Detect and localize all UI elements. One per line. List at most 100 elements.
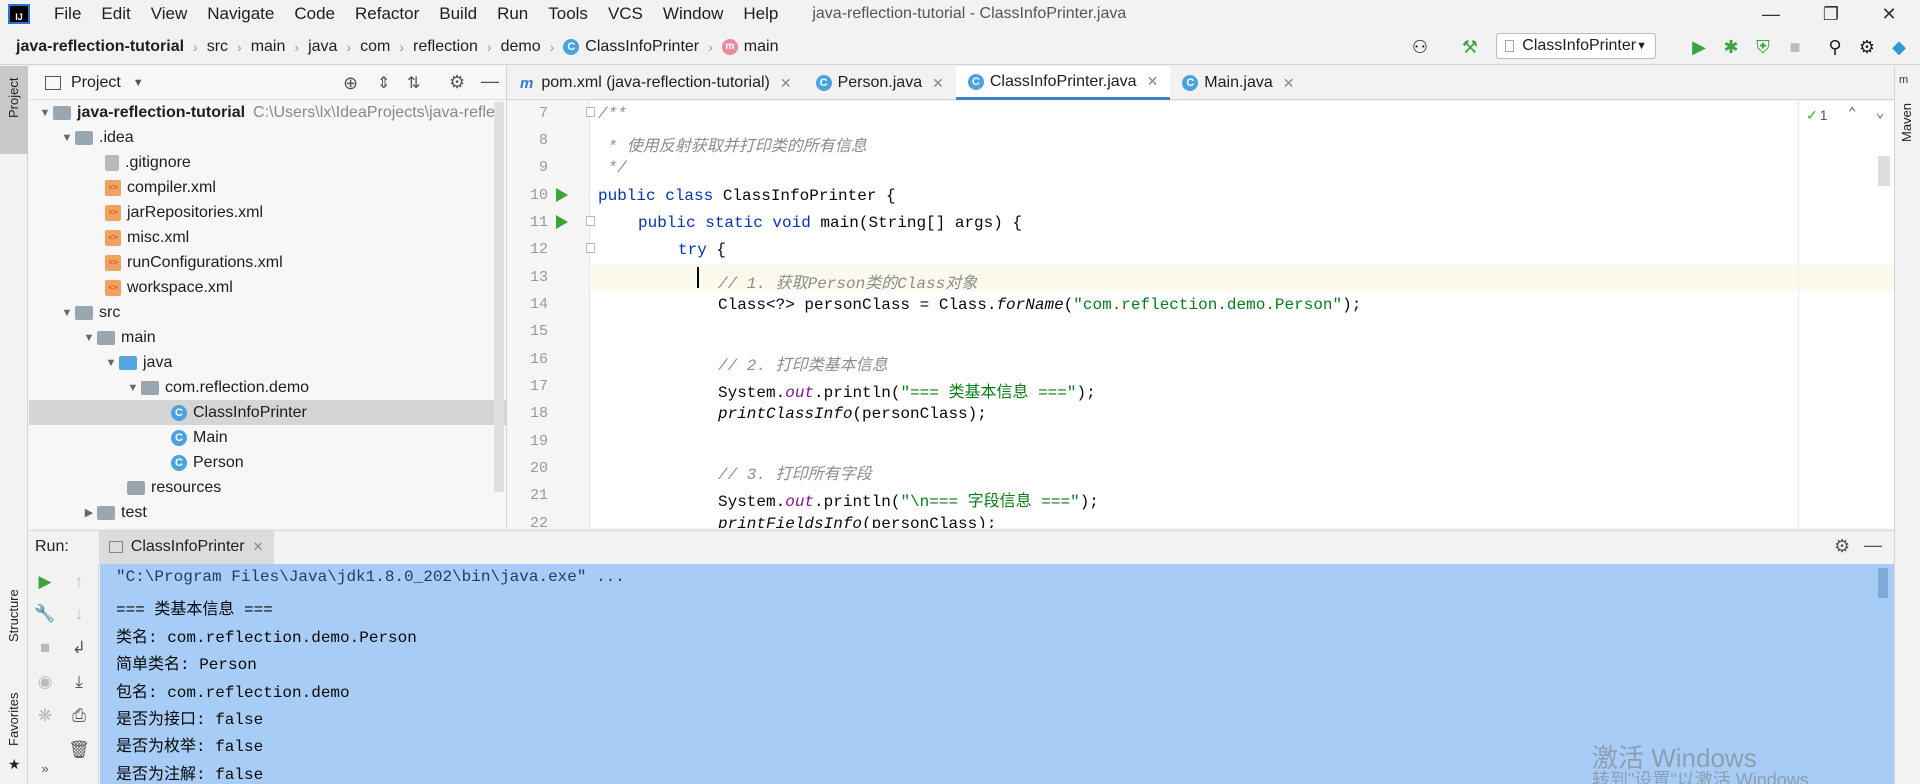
toolbox-icon[interactable]: ◆	[1887, 35, 1911, 59]
camera-icon[interactable]: ◉	[33, 670, 57, 694]
menu-run[interactable]: Run	[487, 0, 538, 28]
print-icon[interactable]: ⎙	[67, 704, 91, 728]
project-scrollbar[interactable]	[494, 102, 504, 492]
tree-item-runconfigurations-xml[interactable]: <> runConfigurations.xml	[105, 250, 283, 275]
locate-icon[interactable]: ⊕	[343, 73, 358, 94]
breadcrumb-class[interactable]: C ClassInfoPrinter	[563, 38, 699, 56]
project-tool-label[interactable]: Project	[6, 78, 21, 118]
maven-tool-label[interactable]: Maven	[1899, 103, 1914, 142]
run-main-gutter-icon[interactable]	[556, 215, 568, 229]
breadcrumb-java[interactable]: java	[308, 38, 337, 56]
tab-pom-xml[interactable]: m pom.xml (java-reflection-tutorial) ✕	[508, 66, 804, 100]
run-icon[interactable]: ▶	[1687, 35, 1711, 59]
gear-icon[interactable]: ⚙	[1855, 35, 1879, 59]
tree-item-classinfoprinter[interactable]: C ClassInfoPrinter	[29, 400, 506, 425]
tree-item-package[interactable]: ▼ com.reflection.demo	[125, 375, 310, 400]
menu-build[interactable]: Build	[429, 0, 487, 28]
scroll-up-icon[interactable]: ↑	[67, 570, 91, 594]
menu-window[interactable]: Window	[653, 0, 733, 28]
user-icon[interactable]: ⚇	[1408, 35, 1432, 59]
tree-item-main-class[interactable]: C Main	[171, 425, 228, 450]
console-scrollbar[interactable]	[1878, 568, 1888, 598]
tree-item-idea[interactable]: ▼ .idea	[59, 125, 134, 150]
wrench-icon[interactable]: 🔧	[33, 602, 57, 626]
close-tab-icon[interactable]: ✕	[1283, 75, 1295, 92]
run-tab[interactable]: ClassInfoPrinter ✕	[98, 530, 274, 564]
breadcrumb-main[interactable]: main	[251, 38, 286, 56]
close-window-icon[interactable]: ✕	[1866, 0, 1912, 28]
menu-navigate[interactable]: Navigate	[197, 0, 284, 28]
menu-edit[interactable]: Edit	[91, 0, 140, 28]
tree-item-java[interactable]: ▼ java	[103, 350, 173, 375]
tab-classinfoprinter-java[interactable]: C ClassInfoPrinter.java ✕	[955, 66, 1171, 100]
expand-arrow-icon[interactable]: ▼	[81, 332, 97, 344]
tree-item-person[interactable]: C Person	[171, 450, 244, 475]
breadcrumb-project[interactable]: java-reflection-tutorial	[16, 38, 184, 56]
menu-code[interactable]: Code	[284, 0, 345, 28]
breadcrumb-method[interactable]: m main	[721, 38, 778, 56]
menu-file[interactable]: File	[44, 0, 91, 28]
minimize-icon[interactable]: —	[1748, 0, 1794, 28]
fold-marker-icon[interactable]	[586, 107, 595, 117]
code-editor[interactable]: 7 8 9 10 11 12 13 14 15 16 17 18 19 20 2…	[508, 101, 1894, 528]
hide-panel-icon[interactable]: —	[481, 71, 499, 92]
inspection-ok-icon[interactable]: ✓ 1	[1806, 107, 1828, 124]
previous-highlight-icon[interactable]: ⌃	[1848, 105, 1856, 122]
tree-item-misc-xml[interactable]: <> misc.xml	[105, 225, 189, 250]
tree-item-gitignore[interactable]: .gitignore	[105, 150, 191, 175]
stop-icon[interactable]: ■	[1783, 35, 1807, 59]
breadcrumb-com[interactable]: com	[360, 38, 390, 56]
tree-item-jarrepositories-xml[interactable]: <> jarRepositories.xml	[105, 200, 263, 225]
build-hammer-icon[interactable]: ⚒	[1458, 35, 1482, 59]
menu-refactor[interactable]: Refactor	[345, 0, 429, 28]
expand-all-icon[interactable]: ⇕	[377, 73, 390, 93]
stop-icon[interactable]: ■	[33, 636, 57, 660]
favorites-tool-label[interactable]: Favorites	[6, 693, 21, 746]
scroll-to-end-icon[interactable]: ⤓	[67, 670, 91, 694]
tree-item-compiler-xml[interactable]: <> compiler.xml	[105, 175, 216, 200]
search-icon[interactable]: ⚲	[1823, 35, 1847, 59]
close-tab-icon[interactable]: ✕	[932, 75, 944, 92]
structure-tool-label[interactable]: Structure	[6, 589, 21, 642]
close-tab-icon[interactable]: ✕	[1147, 73, 1159, 90]
tree-item-workspace-xml[interactable]: <> workspace.xml	[105, 275, 233, 300]
editor-scrollbar[interactable]	[1878, 156, 1890, 186]
tree-item-test[interactable]: ▶ test	[81, 500, 147, 525]
debug-icon[interactable]: ✱	[1719, 35, 1743, 59]
soft-wrap-icon[interactable]: ↲	[67, 636, 91, 660]
fold-marker-icon[interactable]	[586, 216, 595, 226]
next-highlight-icon[interactable]: ⌄	[1876, 105, 1884, 122]
expand-arrow-icon[interactable]: ▼	[103, 357, 119, 369]
project-panel-title[interactable]: Project	[71, 74, 121, 92]
trash-icon[interactable]: 🗑	[67, 738, 91, 762]
breadcrumb-reflection[interactable]: reflection	[413, 38, 478, 56]
more-icon[interactable]: »	[33, 756, 57, 780]
tree-item-resources[interactable]: resources	[127, 475, 221, 500]
gear-icon[interactable]: ⚙	[449, 72, 465, 93]
scroll-down-icon[interactable]: ↓	[67, 602, 91, 626]
breadcrumb-src[interactable]: src	[207, 38, 228, 56]
expand-arrow-icon[interactable]: ▼	[59, 307, 75, 319]
breadcrumb-demo[interactable]: demo	[501, 38, 541, 56]
close-tab-icon[interactable]: ✕	[780, 75, 792, 92]
chevron-down-icon[interactable]: ▼	[133, 77, 144, 89]
menu-view[interactable]: View	[141, 0, 198, 28]
coverage-icon[interactable]: ⛨	[1751, 35, 1775, 59]
collapse-all-icon[interactable]: ⇅	[407, 73, 420, 93]
tab-main-java[interactable]: C Main.java ✕	[1170, 66, 1306, 100]
expand-arrow-icon[interactable]: ▼	[125, 382, 141, 394]
tree-root[interactable]: ▼ java-reflection-tutorial C:\Users\lx\I…	[37, 100, 495, 125]
run-configuration-select[interactable]: ClassInfoPrinter ▼	[1496, 33, 1656, 59]
collapse-arrow-icon[interactable]: ▶	[81, 506, 97, 519]
fold-marker-icon[interactable]	[586, 243, 595, 253]
menu-help[interactable]: Help	[733, 0, 788, 28]
hide-panel-icon[interactable]: —	[1864, 535, 1882, 556]
gear-icon[interactable]: ⚙	[1834, 536, 1850, 557]
settings-icon[interactable]: ❋	[33, 704, 57, 728]
close-tab-icon[interactable]: ✕	[253, 539, 264, 555]
rerun-icon[interactable]: ▶	[33, 570, 57, 594]
tree-item-main[interactable]: ▼ main	[81, 325, 156, 350]
expand-arrow-icon[interactable]: ▼	[37, 107, 53, 119]
menu-vcs[interactable]: VCS	[598, 0, 653, 28]
menu-tools[interactable]: Tools	[538, 0, 598, 28]
